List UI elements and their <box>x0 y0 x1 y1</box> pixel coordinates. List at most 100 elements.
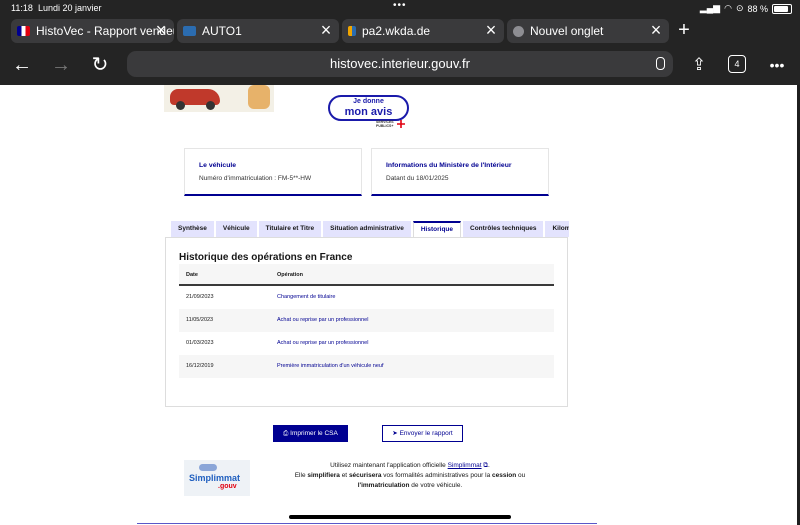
history-title: Historique des opérations en France <box>179 252 353 263</box>
table-row: 16/12/2019 Première immatriculation d'un… <box>179 355 554 378</box>
row-date: 01/03/2023 <box>186 340 214 346</box>
column-header-date: Date <box>186 272 198 278</box>
badge-line-2: mon avis <box>344 106 393 118</box>
row-operation: Achat ou reprise par un professionnel <box>277 340 369 346</box>
row-date: 16/12/2019 <box>186 363 214 369</box>
signal-icon: ▂▄▆ <box>699 3 721 13</box>
tab-synthese[interactable]: Synthèse <box>171 221 214 237</box>
promo-text: Utilisez maintenant l'application offici… <box>330 462 448 469</box>
promo-text: . <box>488 462 490 469</box>
vehicle-card: Le véhicule Numéro d'immatriculation : F… <box>184 148 362 196</box>
tab-vehicule[interactable]: Véhicule <box>215 221 257 237</box>
simplimmat-promo-text: Utilisez maintenant l'application offici… <box>270 461 550 491</box>
row-date: 21/09/2023 <box>186 294 214 300</box>
table-row: 21/09/2023 Changement de titulaire <box>179 286 554 309</box>
wheel <box>206 101 215 110</box>
browser-tab-auto1[interactable]: AUTO1 × <box>177 19 339 43</box>
battery-icon <box>772 3 792 14</box>
row-operation: Changement de titulaire <box>277 294 336 300</box>
browser-toolbar: ← → ↻ histovec.interieur.gouv.fr ⇪ 4 ••• <box>0 45 800 85</box>
home-indicator[interactable] <box>289 515 511 519</box>
back-icon[interactable]: ← <box>12 45 32 85</box>
promo-text: ou <box>516 472 526 479</box>
close-tab-icon[interactable]: × <box>152 21 170 39</box>
status-bar: 11:18 Lundi 20 janvier ••• ▂▄▆ ◠ ⊙ 88 % <box>0 0 800 16</box>
promo-text: et <box>339 472 349 479</box>
table-header: Date Opération <box>179 264 554 286</box>
auto1-favicon-icon <box>183 26 196 36</box>
promo-text: de votre véhicule. <box>409 482 463 489</box>
services-publics-plus-icon <box>397 120 405 128</box>
tab-controles-techniques[interactable]: Contrôles techniques <box>463 221 544 237</box>
printer-icon: ⎙ <box>283 430 289 437</box>
logo-main-text: Simplimmat <box>189 473 241 483</box>
tab-kilometrage[interactable]: Kilométrage <box>545 221 569 237</box>
status-right: ▂▄▆ ◠ ⊙ 88 % <box>700 3 792 14</box>
tab-historique[interactable]: Historique <box>412 221 462 237</box>
sp-line-2: PUBLICS+ <box>376 124 394 128</box>
row-operation: Achat ou reprise par un professionnel <box>277 317 369 323</box>
promo-bold: l'immatriculation <box>357 482 410 489</box>
row-operation: Première immatriculation d'un véhicule n… <box>277 363 384 369</box>
car-mini-icon <box>199 464 217 471</box>
promo-line-3: l'immatriculation de votre véhicule. <box>270 481 550 491</box>
table-row: 11/05/2023 Achat ou reprise par un profe… <box>179 309 554 332</box>
url-text: histovec.interieur.gouv.fr <box>330 56 470 71</box>
badge-line-1: Je donne <box>353 98 384 105</box>
wkda-favicon-icon <box>348 26 356 36</box>
new-tab-icon[interactable]: + <box>674 16 694 44</box>
status-date: Lundi 20 janvier <box>38 3 102 13</box>
promo-text: vos formalités administratives pour la <box>381 472 493 479</box>
send-report-button[interactable]: ➤ Envoyer le rapport <box>382 425 463 442</box>
status-time: 11:18 <box>11 3 33 13</box>
promo-text: Elle <box>294 472 308 479</box>
browser-tab-wkda[interactable]: pa2.wkda.de × <box>342 19 504 43</box>
microphone-icon[interactable] <box>656 57 665 70</box>
browser-tab-histovec[interactable]: HistoVec - Rapport vendeur × <box>11 19 174 43</box>
wheel <box>176 101 185 110</box>
close-tab-icon[interactable]: × <box>647 21 665 39</box>
promo-bold: simplifiera <box>307 472 340 479</box>
person-illustration <box>248 85 270 109</box>
historique-panel: Historique des opérations en France Date… <box>165 237 568 407</box>
more-icon[interactable]: ••• <box>766 45 788 85</box>
row-date: 11/05/2023 <box>186 317 214 323</box>
tab-titulaire-et-titre[interactable]: Titulaire et Titre <box>258 221 322 237</box>
tab-situation-administrative[interactable]: Situation administrative <box>323 221 411 237</box>
multitasking-dots[interactable]: ••• <box>393 0 407 11</box>
vehicle-card-heading: Le véhicule <box>199 162 237 169</box>
address-bar[interactable]: histovec.interieur.gouv.fr <box>127 51 673 77</box>
globe-icon <box>513 25 524 37</box>
browser-tab-new[interactable]: Nouvel onglet × <box>507 19 669 43</box>
promo-bold: cession <box>492 472 517 479</box>
forward-icon[interactable]: → <box>51 45 71 85</box>
ministry-card-heading: Informations du Ministère de l'Intérieur <box>386 162 512 169</box>
ministry-card-date: Datant du 18/01/2025 <box>386 175 449 182</box>
hero-illustration <box>164 85 274 112</box>
promo-line-2: Elle simplifiera et sécurisera vos forma… <box>270 471 550 481</box>
simplimmat-logo[interactable]: Simplimmat .gouv <box>184 460 250 496</box>
tab-overview-button[interactable]: 4 <box>728 55 746 73</box>
je-donne-mon-avis-badge[interactable]: Je donne mon avis <box>328 95 409 121</box>
location-icon: ⊙ <box>735 3 744 13</box>
vehicle-card-plate: Numéro d'immatriculation : FM-5**-HW <box>199 175 312 182</box>
simplimmat-link[interactable]: Simplimmat <box>448 462 482 469</box>
promo-bold: sécurisera <box>348 472 382 479</box>
history-table: Date Opération 21/09/2023 Changement de … <box>179 264 554 378</box>
close-tab-icon[interactable]: × <box>317 21 335 39</box>
histovec-favicon-icon <box>17 26 30 36</box>
send-icon: ➤ <box>392 430 398 437</box>
print-csa-button[interactable]: ⎙ Imprimer le CSA <box>273 425 348 442</box>
wifi-icon: ◠ <box>724 3 732 13</box>
ministry-card: Informations du Ministère de l'Intérieur… <box>371 148 549 196</box>
promo-line-1: Utilisez maintenant l'application offici… <box>270 461 550 471</box>
battery-percentage: 88 % <box>747 3 768 14</box>
web-page: Je donne mon avis SERVICES PUBLICS+ Le v… <box>0 85 800 525</box>
footer-divider <box>137 523 597 524</box>
reload-icon[interactable]: ↻ <box>90 45 110 85</box>
column-header-operation: Opération <box>277 272 303 278</box>
close-tab-icon[interactable]: × <box>482 21 500 39</box>
tab-bar: HistoVec - Rapport vendeur × AUTO1 × pa2… <box>0 16 800 45</box>
share-icon[interactable]: ⇪ <box>689 45 709 85</box>
report-tabs: Synthèse Véhicule Titulaire et Titre Sit… <box>171 221 569 237</box>
